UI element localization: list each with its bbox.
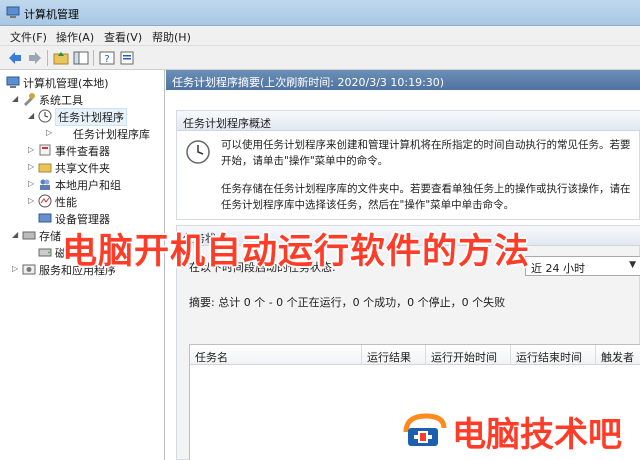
menu-view[interactable]: 查看(V) <box>104 29 142 45</box>
column-run-result[interactable]: 运行结果 <box>362 345 426 365</box>
column-run-end[interactable]: 运行结束时间 <box>511 345 596 365</box>
tree-item-label: 性能 <box>55 196 77 209</box>
overview-paragraph-line: 可以使用任务计划程序来创建和管理计算机将在所指定的时间自动执行的常见任务。若要 <box>221 139 631 151</box>
tree-item-label: 本地用户和组 <box>55 179 121 192</box>
watermark-logo-icon <box>403 413 447 446</box>
tree-root-label: 计算机管理(本地) <box>23 77 109 90</box>
collapse-arrow-icon[interactable]: ◢ <box>28 111 36 120</box>
status-summary: 摘要: 总计 0 个 - 0 个正在运行，0 个成功，0 个停止，0 个失败 <box>189 296 506 309</box>
overview-section-header[interactable]: 任务计划程序概述 <box>177 111 640 131</box>
users-icon <box>40 179 50 190</box>
computer-management-icon <box>6 76 20 88</box>
show-hide-tree-icon[interactable] <box>72 49 90 67</box>
chevron-down-icon: ▼ <box>629 260 636 270</box>
disk-icon <box>38 248 52 257</box>
toolbar-separator <box>47 50 48 66</box>
services-icon <box>22 264 36 275</box>
column-triggered-by[interactable]: 触发者 <box>596 345 640 365</box>
overview-title: 任务计划程序概述 <box>183 117 271 130</box>
menu-help[interactable]: 帮助(H) <box>152 29 191 45</box>
tree-item-label: 存储 <box>39 230 61 243</box>
tree-item-label: 系统工具 <box>39 94 83 107</box>
overview-paragraph-line: 开始，请单击"操作"菜单中的命令。 <box>221 155 389 167</box>
time-range-select[interactable]: 近 24 小时 ▼ <box>525 256 640 276</box>
menu-file[interactable]: 文件(F) <box>10 29 47 45</box>
event-viewer-icon <box>39 144 51 156</box>
help-icon[interactable]: ? <box>98 49 116 67</box>
shared-folder-icon <box>38 163 52 173</box>
overview-paragraph-line: 任务存储在任务计划程序库的文件夹中。若要查看单独任务上的操作或执行该操作，请在 <box>221 183 631 195</box>
properties-icon[interactable] <box>118 49 136 67</box>
storage-icon <box>22 231 36 240</box>
window-titlebar: 计算机管理 <box>0 0 640 26</box>
device-manager-icon <box>38 213 52 223</box>
clock-icon <box>38 109 52 123</box>
toolbar: ? <box>0 46 640 70</box>
time-range-value: 近 24 小时 <box>531 262 585 275</box>
column-run-start[interactable]: 运行开始时间 <box>426 345 511 365</box>
menu-action[interactable]: 操作(A) <box>56 29 94 45</box>
window-title: 计算机管理 <box>24 8 79 21</box>
column-label: 任务名 <box>195 351 228 364</box>
back-arrow-icon[interactable] <box>6 49 24 67</box>
expand-arrow-icon[interactable]: ▷ <box>46 128 54 137</box>
tree-item-label: 任务计划程序 <box>55 108 127 126</box>
overview-section: 任务计划程序概述 可以使用任务计划程序来创建和管理计算机将在所指定的时间自动执行… <box>176 110 640 220</box>
column-label: 运行结果 <box>367 351 411 364</box>
column-task-name[interactable]: 任务名 <box>190 345 362 365</box>
forward-arrow-icon[interactable] <box>26 49 44 67</box>
summary-header: 任务计划程序摘要(上次刷新时间: 2020/3/3 10:19:30) <box>166 70 640 90</box>
svg-text:?: ? <box>104 54 109 65</box>
column-label: 运行结束时间 <box>516 351 582 364</box>
expand-arrow-icon[interactable]: ▷ <box>12 264 20 273</box>
expand-arrow-icon[interactable]: ▷ <box>28 179 36 188</box>
collapse-arrow-icon[interactable]: ◢ <box>12 230 20 239</box>
summary-header-text: 任务计划程序摘要(上次刷新时间: 2020/3/3 10:19:30) <box>172 76 445 89</box>
column-label: 触发者 <box>601 351 634 364</box>
computer-management-icon <box>6 6 20 18</box>
tree-item-label: 事件查看器 <box>55 145 110 158</box>
task-table-header: 任务名 运行结果 运行开始时间 运行结束时间 触发者 <box>190 345 640 365</box>
collapse-arrow-icon[interactable]: ◢ <box>12 94 20 103</box>
expand-arrow-icon[interactable]: ▷ <box>28 162 36 171</box>
up-folder-icon[interactable] <box>52 49 70 67</box>
expand-arrow-icon[interactable]: ▷ <box>28 196 36 205</box>
menu-bar: 文件(F) 操作(A) 查看(V) 帮助(H) <box>0 26 640 46</box>
tree-item-label: 任务计划程序库 <box>73 128 150 141</box>
column-label: 运行开始时间 <box>431 351 497 364</box>
clock-icon <box>186 140 210 164</box>
watermark-text: 电脑技术吧 <box>452 415 622 455</box>
performance-icon <box>38 194 52 208</box>
overlay-caption: 电脑开机自动运行软件的方法 <box>62 232 531 272</box>
tree-item-label: 共享文件夹 <box>55 162 110 175</box>
overview-paragraph-line: 任务计划程序库中选择该任务，然后在"操作"菜单中单击命令。 <box>221 199 515 211</box>
expand-arrow-icon[interactable]: ▷ <box>28 145 36 154</box>
tools-icon <box>24 93 35 106</box>
toolbar-separator <box>93 50 94 66</box>
